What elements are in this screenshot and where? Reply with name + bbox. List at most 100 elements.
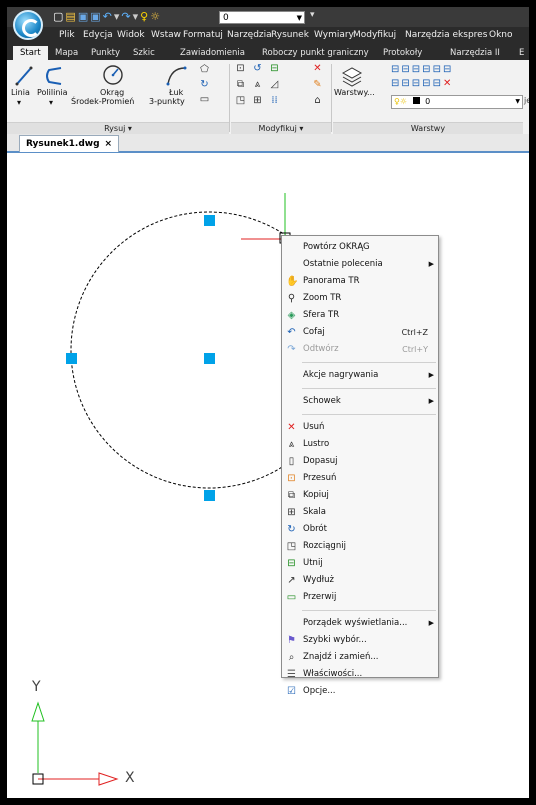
- stretch-icon[interactable]: ◳: [235, 95, 246, 106]
- context-menu-item[interactable]: ☑ Opcje...: [282, 683, 438, 700]
- tab-1[interactable]: Mapa: [55, 48, 78, 58]
- context-menu-item[interactable]: ⧉ Kopiuj: [282, 487, 438, 504]
- undo-icon[interactable]: ↶: [103, 10, 114, 23]
- context-menu-item[interactable]: Ostatnie polecenia ▶: [282, 256, 438, 273]
- context-menu-item[interactable]: ✕ Usuń: [282, 419, 438, 436]
- menu-item-9[interactable]: Narzędzia ekspres: [405, 30, 487, 40]
- context-menu-item[interactable]: ▭ Przerwij: [282, 589, 438, 606]
- erase-icon[interactable]: ✕: [312, 63, 323, 74]
- menu-item-10[interactable]: Okno: [489, 30, 513, 40]
- menu-item-2[interactable]: Widok: [117, 30, 145, 40]
- line-icon[interactable]: [15, 64, 35, 88]
- menu-item-1[interactable]: Edycja: [83, 30, 113, 40]
- layer-state-icon[interactable]: ⊟: [401, 64, 411, 75]
- layers-icon[interactable]: [340, 64, 364, 88]
- context-menu-item[interactable]: ↗ Wydłuż: [282, 572, 438, 589]
- layer-state-icon[interactable]: ⊟: [412, 64, 422, 75]
- context-menu-item[interactable]: ▯ Dopasuj: [282, 453, 438, 470]
- move-icon[interactable]: ⊡: [235, 63, 246, 74]
- context-menu-item[interactable]: ◈ Sfera TR: [282, 307, 438, 324]
- menu-item-5[interactable]: Narzędzia: [227, 30, 272, 40]
- rotate-icon[interactable]: ↺: [252, 63, 263, 74]
- grip-center[interactable]: [204, 353, 215, 364]
- context-menu-item[interactable]: ⚑ Szybki wybór...: [282, 632, 438, 649]
- menu-item-6[interactable]: Rysunek: [271, 30, 309, 40]
- layer-state-icon[interactable]: ⊟: [422, 64, 432, 75]
- layer-combo[interactable]: 0 ▼: [219, 11, 305, 24]
- mirror-icon[interactable]: ⩓: [252, 79, 263, 90]
- tab-7[interactable]: Narzędzia II: [450, 48, 500, 58]
- context-menu-item[interactable]: Powtórz OKRĄG: [282, 239, 438, 256]
- arc-icon[interactable]: [165, 64, 187, 88]
- context-menu-item[interactable]: ⚲ Zoom TR: [282, 290, 438, 307]
- context-menu-item[interactable]: ⩓ Lustro: [282, 436, 438, 453]
- scale-icon[interactable]: ⊞: [252, 95, 263, 106]
- tab-3[interactable]: Szkic: [133, 48, 155, 58]
- layer-state-icon[interactable]: ⊟: [401, 78, 411, 89]
- context-menu-item[interactable]: ↻ Obrót: [282, 521, 438, 538]
- layer-state-icon[interactable]: ⊟: [391, 64, 401, 75]
- polyline-dropdown-icon[interactable]: ▾: [49, 98, 53, 107]
- open-icon[interactable]: ▤: [65, 10, 77, 23]
- menu-item-7[interactable]: Wymiary: [314, 30, 354, 40]
- new-icon[interactable]: ▢: [53, 10, 65, 23]
- qat-extra-arrow[interactable]: ▾: [310, 10, 315, 20]
- tab-6[interactable]: Protokoły: [383, 48, 422, 58]
- draw-group-title[interactable]: Rysuj ▾: [7, 122, 229, 134]
- menu-item-8[interactable]: Modyfikuj: [353, 30, 396, 40]
- layer-state-icon[interactable]: ⊟: [412, 78, 422, 89]
- context-menu-item[interactable]: ↷ Odtwórz Ctrl+Y: [282, 341, 438, 358]
- layer-state-icon[interactable]: ⊟: [433, 78, 443, 89]
- array-icon[interactable]: ⁞⁞: [269, 95, 280, 106]
- application-menu-button[interactable]: [13, 10, 43, 40]
- tab-0[interactable]: Start: [13, 46, 48, 60]
- menu-item-3[interactable]: Wstaw: [151, 30, 181, 40]
- modify-group-title[interactable]: Modyfikuj ▾: [231, 122, 331, 134]
- rotate-shape-icon[interactable]: ↻: [199, 79, 210, 90]
- context-menu-item[interactable]: ☰ Właściwości...: [282, 666, 438, 683]
- context-menu-item[interactable]: ↶ Cofaj Ctrl+Z: [282, 324, 438, 341]
- circle-sub-label[interactable]: Środek-Promień: [71, 97, 134, 106]
- tab-2[interactable]: Punkty: [91, 48, 120, 58]
- context-menu-item[interactable]: ⊟ Utnij: [282, 555, 438, 572]
- document-tab[interactable]: Rysunek1.dwg ×: [19, 135, 120, 152]
- arc-sub-label[interactable]: 3-punkty: [149, 97, 185, 106]
- line-dropdown-icon[interactable]: ▾: [17, 98, 21, 107]
- explode-icon[interactable]: ✎: [312, 79, 323, 90]
- polyline-icon[interactable]: [43, 64, 65, 88]
- menu-item-4[interactable]: Formatuj: [183, 30, 223, 40]
- layer-delete-icon[interactable]: ✕: [443, 78, 453, 89]
- fillet-icon[interactable]: ◿: [269, 79, 280, 90]
- context-menu-item[interactable]: Schowek ▶: [282, 393, 438, 410]
- layer-state-icon[interactable]: ⊟: [391, 78, 401, 89]
- layer-state-icon[interactable]: ⊟: [433, 64, 443, 75]
- save-icon[interactable]: ▣: [78, 10, 90, 23]
- context-menu-item[interactable]: ◳ Rozciągnij: [282, 538, 438, 555]
- context-menu-item[interactable]: ⊞ Skala: [282, 504, 438, 521]
- offset-icon[interactable]: ⌂: [312, 95, 323, 106]
- redo-icon[interactable]: ↷: [121, 10, 132, 23]
- rectangle-icon[interactable]: ▭: [199, 94, 210, 105]
- copy-icon[interactable]: ⧉: [235, 79, 246, 90]
- ribbon-layer-combo[interactable]: ♀☼ 0 ▼: [391, 95, 523, 109]
- grip-left[interactable]: [66, 353, 77, 364]
- tab-8[interactable]: E: [519, 48, 524, 58]
- drawing-canvas[interactable]: Y X: [7, 153, 529, 798]
- saveas-icon[interactable]: ▣: [90, 10, 102, 23]
- context-menu-item[interactable]: ✋ Panorama TR: [282, 273, 438, 290]
- context-menu-item[interactable]: ⊡ Przesuń: [282, 470, 438, 487]
- layers-button-label[interactable]: Warstwy...: [334, 88, 375, 97]
- polygon-icon[interactable]: ⬠: [199, 64, 210, 75]
- tab-4[interactable]: Zawiadomienia: [180, 48, 245, 58]
- close-icon[interactable]: ×: [105, 139, 113, 149]
- grip-top[interactable]: [204, 215, 215, 226]
- circle-icon[interactable]: [102, 63, 124, 87]
- context-menu-item[interactable]: ⌕ Znajdź i zamień...: [282, 649, 438, 666]
- context-menu-item[interactable]: Porządek wyświetlania... ▶: [282, 615, 438, 632]
- layer-state-icon[interactable]: ⊟: [422, 78, 432, 89]
- menu-item-0[interactable]: Plik: [59, 30, 75, 40]
- grip-bottom[interactable]: [204, 490, 215, 501]
- trim-icon[interactable]: ⊟: [269, 63, 280, 74]
- tab-5[interactable]: Roboczy punkt graniczny: [262, 48, 369, 58]
- context-menu-item[interactable]: Akcje nagrywania ▶: [282, 367, 438, 384]
